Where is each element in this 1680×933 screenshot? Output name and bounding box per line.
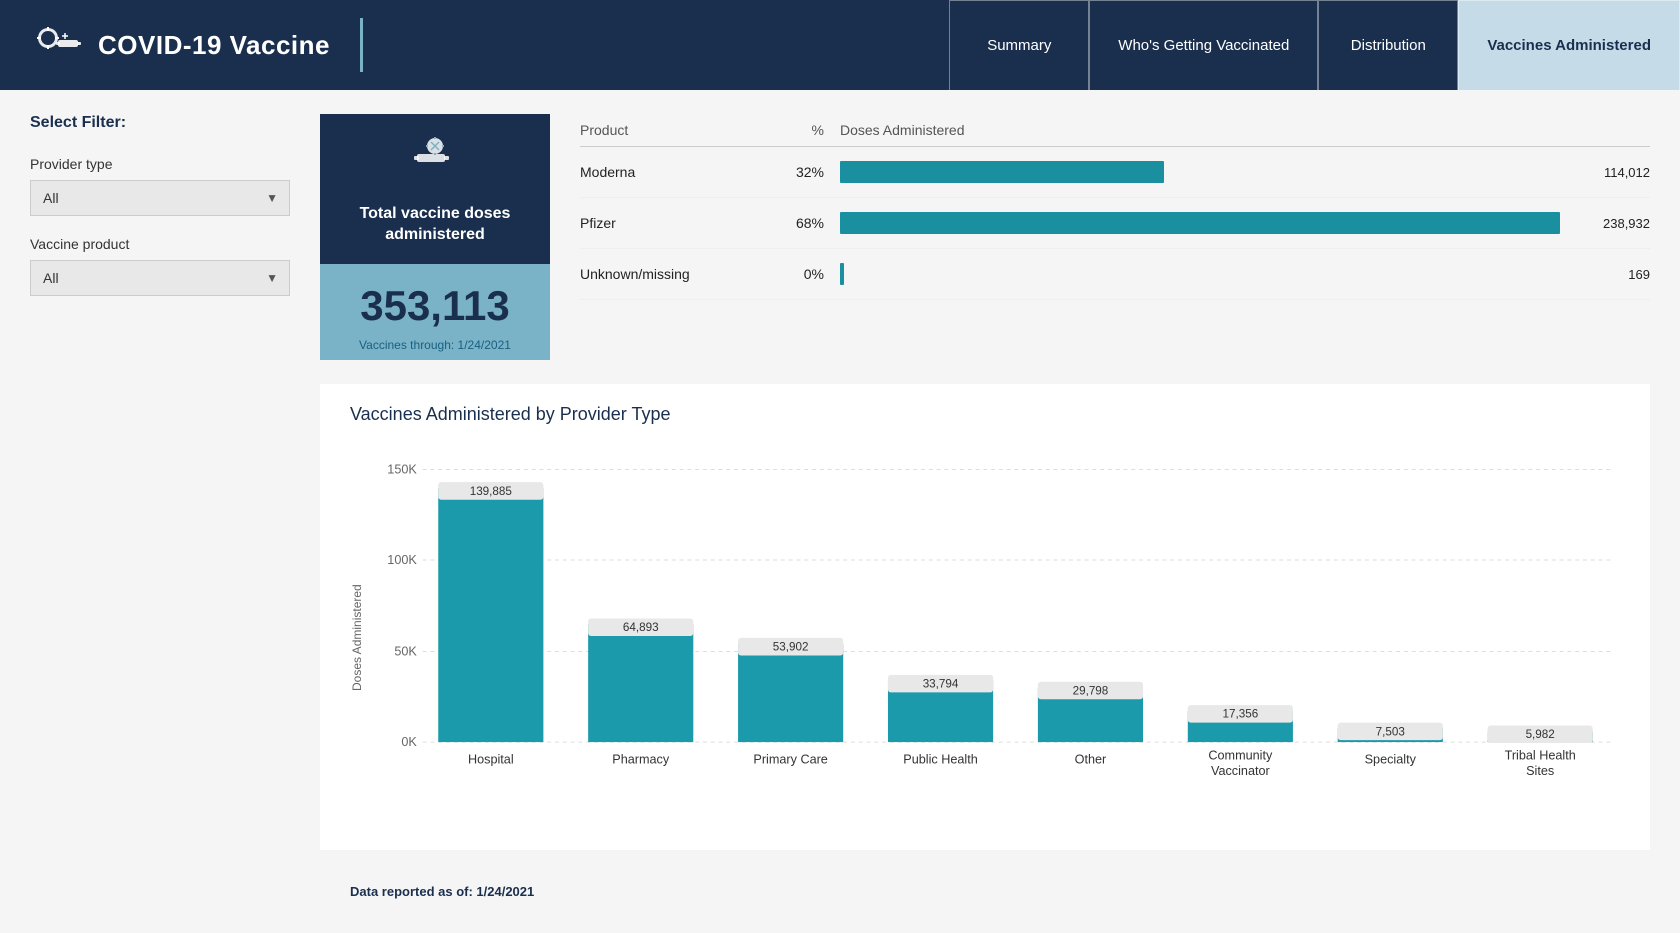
provider-type-label: Provider type: [30, 156, 290, 172]
chart-section: Vaccines Administered by Provider Type D…: [320, 384, 1650, 850]
vaccine-product-label: Vaccine product: [30, 236, 290, 252]
provider-type-filter: Provider type All ▼: [30, 156, 290, 216]
svg-text:150K: 150K: [387, 462, 417, 476]
svg-text:Pharmacy: Pharmacy: [612, 752, 670, 766]
provider-type-select-wrapper[interactable]: All ▼: [30, 180, 290, 216]
svg-text:139,885: 139,885: [470, 484, 512, 497]
svg-text:Specialty: Specialty: [1365, 752, 1417, 766]
content-area: Total vaccine doses administered 353,113…: [320, 114, 1650, 909]
product-name-unknown: Unknown/missing: [580, 266, 760, 282]
sidebar: Select Filter: Provider type All ▼ Vacci…: [30, 114, 290, 909]
header: COVID-19 Vaccine Summary Who's Getting V…: [0, 0, 1680, 90]
logo-text: COVID-19 Vaccine: [98, 30, 330, 61]
vaccine-product-select[interactable]: All: [30, 260, 290, 296]
product-pct-pfizer: 68%: [760, 215, 840, 231]
col-header-pct: %: [760, 122, 840, 138]
product-row-pfizer: Pfizer 68% 238,932: [580, 198, 1650, 249]
sidebar-title: Select Filter:: [30, 114, 290, 132]
total-doses-date: Vaccines through: 1/24/2021: [330, 338, 540, 352]
main-content: Select Filter: Provider type All ▼ Vacci…: [0, 90, 1680, 933]
header-nav: Summary Who's Getting Vaccinated Distrib…: [949, 0, 1680, 90]
product-name-pfizer: Pfizer: [580, 215, 760, 231]
app-wrapper: COVID-19 Vaccine Summary Who's Getting V…: [0, 0, 1680, 933]
bar-unknown: [840, 263, 844, 285]
svg-text:Hospital: Hospital: [468, 752, 514, 766]
footer: Data reported as of: 1/24/2021: [320, 874, 1650, 909]
svg-text:5,982: 5,982: [1526, 728, 1555, 741]
product-value-unknown: 169: [1560, 267, 1650, 282]
logo-icon: [30, 18, 84, 72]
bar-pfizer: [840, 212, 1560, 234]
svg-text:53,902: 53,902: [773, 640, 809, 653]
chart-title: Vaccines Administered by Provider Type: [350, 404, 1620, 425]
tab-who-getting[interactable]: Who's Getting Vaccinated: [1089, 0, 1318, 90]
syringe-icon: [409, 132, 461, 194]
product-row-moderna: Moderna 32% 114,012: [580, 147, 1650, 198]
product-row-unknown: Unknown/missing 0% 169: [580, 249, 1650, 300]
product-pct-unknown: 0%: [760, 266, 840, 282]
bar-cell-moderna: [840, 161, 1560, 183]
vaccine-product-select-wrapper[interactable]: All ▼: [30, 260, 290, 296]
col-header-doses: Doses Administered: [840, 122, 1650, 138]
logo-area: COVID-19 Vaccine: [0, 0, 360, 90]
total-card-header: Total vaccine doses administered: [320, 114, 550, 264]
bar-moderna: [840, 161, 1164, 183]
tab-distribution[interactable]: Distribution: [1318, 0, 1458, 90]
product-table-header: Product % Doses Administered: [580, 114, 1650, 147]
total-card-body: 353,113 Vaccines through: 1/24/2021: [320, 264, 550, 360]
svg-text:17,356: 17,356: [1223, 707, 1259, 720]
y-axis-label: Doses Administered: [350, 445, 364, 830]
product-name-moderna: Moderna: [580, 164, 760, 180]
top-stats: Total vaccine doses administered 353,113…: [320, 114, 1650, 360]
tab-summary[interactable]: Summary: [949, 0, 1089, 90]
svg-text:64,893: 64,893: [623, 621, 659, 634]
header-spacer: [363, 0, 949, 90]
svg-text:33,794: 33,794: [923, 677, 959, 690]
vaccine-product-filter: Vaccine product All ▼: [30, 236, 290, 296]
product-value-moderna: 114,012: [1560, 165, 1650, 180]
provider-type-select[interactable]: All: [30, 180, 290, 216]
svg-text:Primary Care: Primary Care: [753, 752, 827, 766]
chart-svg: 150K 100K 50K 0K 139,885: [374, 445, 1620, 825]
chart-inner: 150K 100K 50K 0K 139,885: [374, 445, 1620, 830]
svg-text:Vaccinator: Vaccinator: [1211, 764, 1270, 778]
svg-text:7,503: 7,503: [1376, 725, 1405, 738]
bar-cell-pfizer: [840, 212, 1560, 234]
col-header-product: Product: [580, 122, 760, 138]
svg-text:0K: 0K: [401, 735, 417, 749]
product-table: Product % Doses Administered Moderna 32%…: [580, 114, 1650, 360]
svg-text:Public Health: Public Health: [903, 752, 977, 766]
footer-text: Data reported as of: 1/24/2021: [350, 884, 534, 899]
bar-cell-unknown: [840, 263, 1560, 285]
svg-text:100K: 100K: [387, 553, 417, 567]
product-value-pfizer: 238,932: [1560, 216, 1650, 231]
total-card-title: Total vaccine doses administered: [336, 204, 534, 246]
svg-text:Other: Other: [1075, 752, 1107, 766]
svg-text:Tribal Health: Tribal Health: [1505, 748, 1576, 762]
product-pct-moderna: 32%: [760, 164, 840, 180]
tab-vaccines-administered[interactable]: Vaccines Administered: [1458, 0, 1680, 90]
svg-text:Sites: Sites: [1526, 764, 1554, 778]
total-doses-card: Total vaccine doses administered 353,113…: [320, 114, 550, 360]
svg-text:29,798: 29,798: [1073, 684, 1109, 697]
svg-text:Community: Community: [1208, 748, 1273, 762]
total-doses-number: 353,113: [330, 282, 540, 330]
svg-text:50K: 50K: [394, 644, 417, 658]
